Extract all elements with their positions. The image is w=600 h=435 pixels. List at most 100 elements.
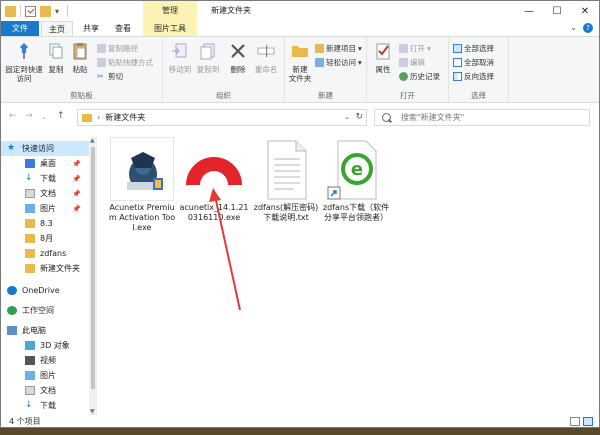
tab-view[interactable]: 查看 xyxy=(109,21,137,36)
copy-to-icon xyxy=(200,43,215,60)
sidebar-item-folder-august[interactable]: 8月 xyxy=(1,231,89,246)
sidebar-item-onedrive[interactable]: OneDrive xyxy=(1,283,89,298)
sidebar-item-label: 图片 xyxy=(40,371,56,380)
paste-shortcut-button[interactable]: 粘贴快捷方式 xyxy=(97,57,153,68)
file-name: Acunetix Premium Activation Tool.exe xyxy=(108,203,176,232)
delete-label: 删除 xyxy=(230,65,246,74)
large-icons-view-icon[interactable] xyxy=(583,417,593,426)
paste-button[interactable]: 粘贴 xyxy=(69,41,91,74)
new-item-button[interactable]: 新建项目 ▾ xyxy=(315,43,362,54)
rename-label: 重命名 xyxy=(254,65,278,74)
copy-path-label: 复制路径 xyxy=(108,44,138,53)
select-none-button[interactable]: 全部取消 xyxy=(453,57,494,68)
refresh-icon[interactable]: ↻ xyxy=(355,112,363,122)
sidebar-item-documents[interactable]: 文档 📌 xyxy=(1,186,89,201)
view-toggle xyxy=(570,417,593,426)
toolbar-separator xyxy=(67,5,68,17)
desktop-icon xyxy=(25,159,35,168)
sidebar-item-folder-8-3[interactable]: 8.3 xyxy=(1,216,89,231)
clipboard-group-label: 剪贴板 xyxy=(70,91,93,100)
select-all-button[interactable]: 全部选择 xyxy=(453,43,494,54)
edit-button[interactable]: 编辑 xyxy=(399,57,425,68)
file-item[interactable]: e zdfans下载（软件分享平台领跑者） xyxy=(321,137,391,223)
back-arrow-icon[interactable]: ← xyxy=(9,111,17,121)
pin-button[interactable]: 固定到快速访问 xyxy=(5,41,43,83)
forward-arrow-icon[interactable]: → xyxy=(25,111,33,121)
address-bar[interactable]: › 新建文件夹 ⌄ ↻ xyxy=(77,109,367,126)
sidebar-item-this-pc[interactable]: 此电脑 xyxy=(1,323,89,338)
copy-button[interactable]: 复制 xyxy=(45,41,67,74)
move-to-icon xyxy=(172,43,187,58)
sidebar-item-videos[interactable]: 视频 xyxy=(1,353,89,368)
ribbon: 固定到快速访问 复制 粘贴 复制路径 粘贴快捷方式 ✂ 剪切 剪贴板 移动到 复… xyxy=(1,36,599,103)
edit-icon xyxy=(399,58,408,67)
open-button[interactable]: 打开 ▾ xyxy=(399,43,431,54)
sidebar-item-downloads-pc[interactable]: ↓ 下载 xyxy=(1,398,89,413)
chevron-down-icon: ▾ xyxy=(427,44,431,53)
pin-icon: 📌 xyxy=(72,174,81,183)
open-group-label: 打开 xyxy=(400,91,415,100)
sidebar-item-label: 3D 对象 xyxy=(40,341,70,350)
ribbon-tabs: 文件 主页 共享 查看 图片工具 ⌄ ? xyxy=(1,21,599,36)
pin-label: 固定到快速访问 xyxy=(5,65,43,83)
maximize-icon[interactable]: ☐ xyxy=(543,1,571,21)
sidebar-item-folder-zdfans[interactable]: zdfans xyxy=(1,246,89,261)
easy-access-button[interactable]: 轻松访问 ▾ xyxy=(315,57,362,68)
search-input[interactable]: 搜索"新建文件夹" xyxy=(374,109,590,126)
sidebar-item-label: 文档 xyxy=(40,386,56,395)
scroll-up-icon[interactable]: ▲ xyxy=(90,137,95,144)
rename-button[interactable]: 重命名 xyxy=(251,41,281,74)
up-arrow-icon[interactable]: ↑ xyxy=(57,111,65,121)
sidebar-item-workspace[interactable]: 工作空间 xyxy=(1,303,89,318)
tab-picture-tools[interactable]: 图片工具 xyxy=(143,21,197,36)
copy-to-button[interactable]: 复制到 xyxy=(195,41,221,74)
breadcrumb[interactable]: 新建文件夹 xyxy=(105,112,145,123)
minimize-icon[interactable]: — xyxy=(515,1,543,21)
explorer-window: ▾ 管理 新建文件夹 — ☐ ✕ 文件 主页 共享 查看 图片工具 ⌄ ? 固定… xyxy=(0,0,600,428)
chevron-down-icon[interactable]: ⌄ xyxy=(344,113,350,121)
history-button[interactable]: 历史记录 xyxy=(399,71,440,82)
star-icon: ★ xyxy=(7,143,16,153)
sidebar-item-quick-access[interactable]: ★ 快速访问 xyxy=(1,141,89,156)
properties-button[interactable]: 属性 xyxy=(371,41,395,74)
file-item[interactable]: acunetix_14.1.210316110.exe xyxy=(179,137,249,223)
file-item[interactable]: zdfans(解压密码)下载说明.txt xyxy=(251,137,321,223)
sidebar-item-pictures-pc[interactable]: 图片 xyxy=(1,368,89,383)
new-folder-button[interactable]: 新建 文件夹 xyxy=(287,41,313,83)
tab-file[interactable]: 文件 xyxy=(1,21,39,36)
folder-icon xyxy=(292,46,308,57)
details-view-icon[interactable] xyxy=(570,417,580,426)
video-icon xyxy=(25,356,35,365)
sidebar-item-pictures[interactable]: 图片 📌 xyxy=(1,201,89,216)
move-to-button[interactable]: 移动到 xyxy=(167,41,193,74)
sidebar-item-desktop[interactable]: 桌面 📌 xyxy=(1,156,89,171)
sidebar-item-documents-pc[interactable]: 文档 xyxy=(1,383,89,398)
copy-path-button[interactable]: 复制路径 xyxy=(97,43,138,54)
sidebar-item-label: 下载 xyxy=(40,401,56,410)
file-item[interactable]: Acunetix Premium Activation Tool.exe xyxy=(107,137,177,233)
properties-check-icon[interactable] xyxy=(25,5,36,17)
sidebar-item-downloads[interactable]: ↓ 下载 📌 xyxy=(1,171,89,186)
sidebar-item-3d-objects[interactable]: 3D 对象 xyxy=(1,338,89,353)
sidebar-scrollbar[interactable]: ▲ ▼ xyxy=(89,137,97,415)
sidebar-item-new-folder[interactable]: 新建文件夹 xyxy=(1,261,89,276)
close-icon[interactable]: ✕ xyxy=(571,1,599,21)
scroll-down-icon[interactable]: ▼ xyxy=(90,408,95,415)
customize-toolbar-icon[interactable]: ▾ xyxy=(55,6,63,17)
recent-chevron-icon[interactable]: ⌄ xyxy=(41,113,47,121)
select-group-label: 选择 xyxy=(471,91,486,100)
new-folder-icon[interactable] xyxy=(40,5,51,17)
quick-access-toolbar: ▾ xyxy=(5,5,68,17)
chevron-down-icon[interactable]: ⌄ xyxy=(570,23,577,32)
cut-button[interactable]: ✂ 剪切 xyxy=(97,71,123,82)
new-item-label: 新建项目 xyxy=(326,44,356,53)
tab-share[interactable]: 共享 xyxy=(77,21,105,36)
scrollbar-thumb[interactable] xyxy=(91,147,95,389)
invert-selection-button[interactable]: 反向选择 xyxy=(453,71,494,82)
help-icon[interactable]: ? xyxy=(583,23,593,33)
move-to-label: 移动到 xyxy=(168,65,192,74)
folder-icon xyxy=(25,264,35,273)
delete-button[interactable]: 删除 xyxy=(227,41,249,74)
tab-home[interactable]: 主页 xyxy=(41,21,73,36)
cut-label: 剪切 xyxy=(108,72,123,81)
